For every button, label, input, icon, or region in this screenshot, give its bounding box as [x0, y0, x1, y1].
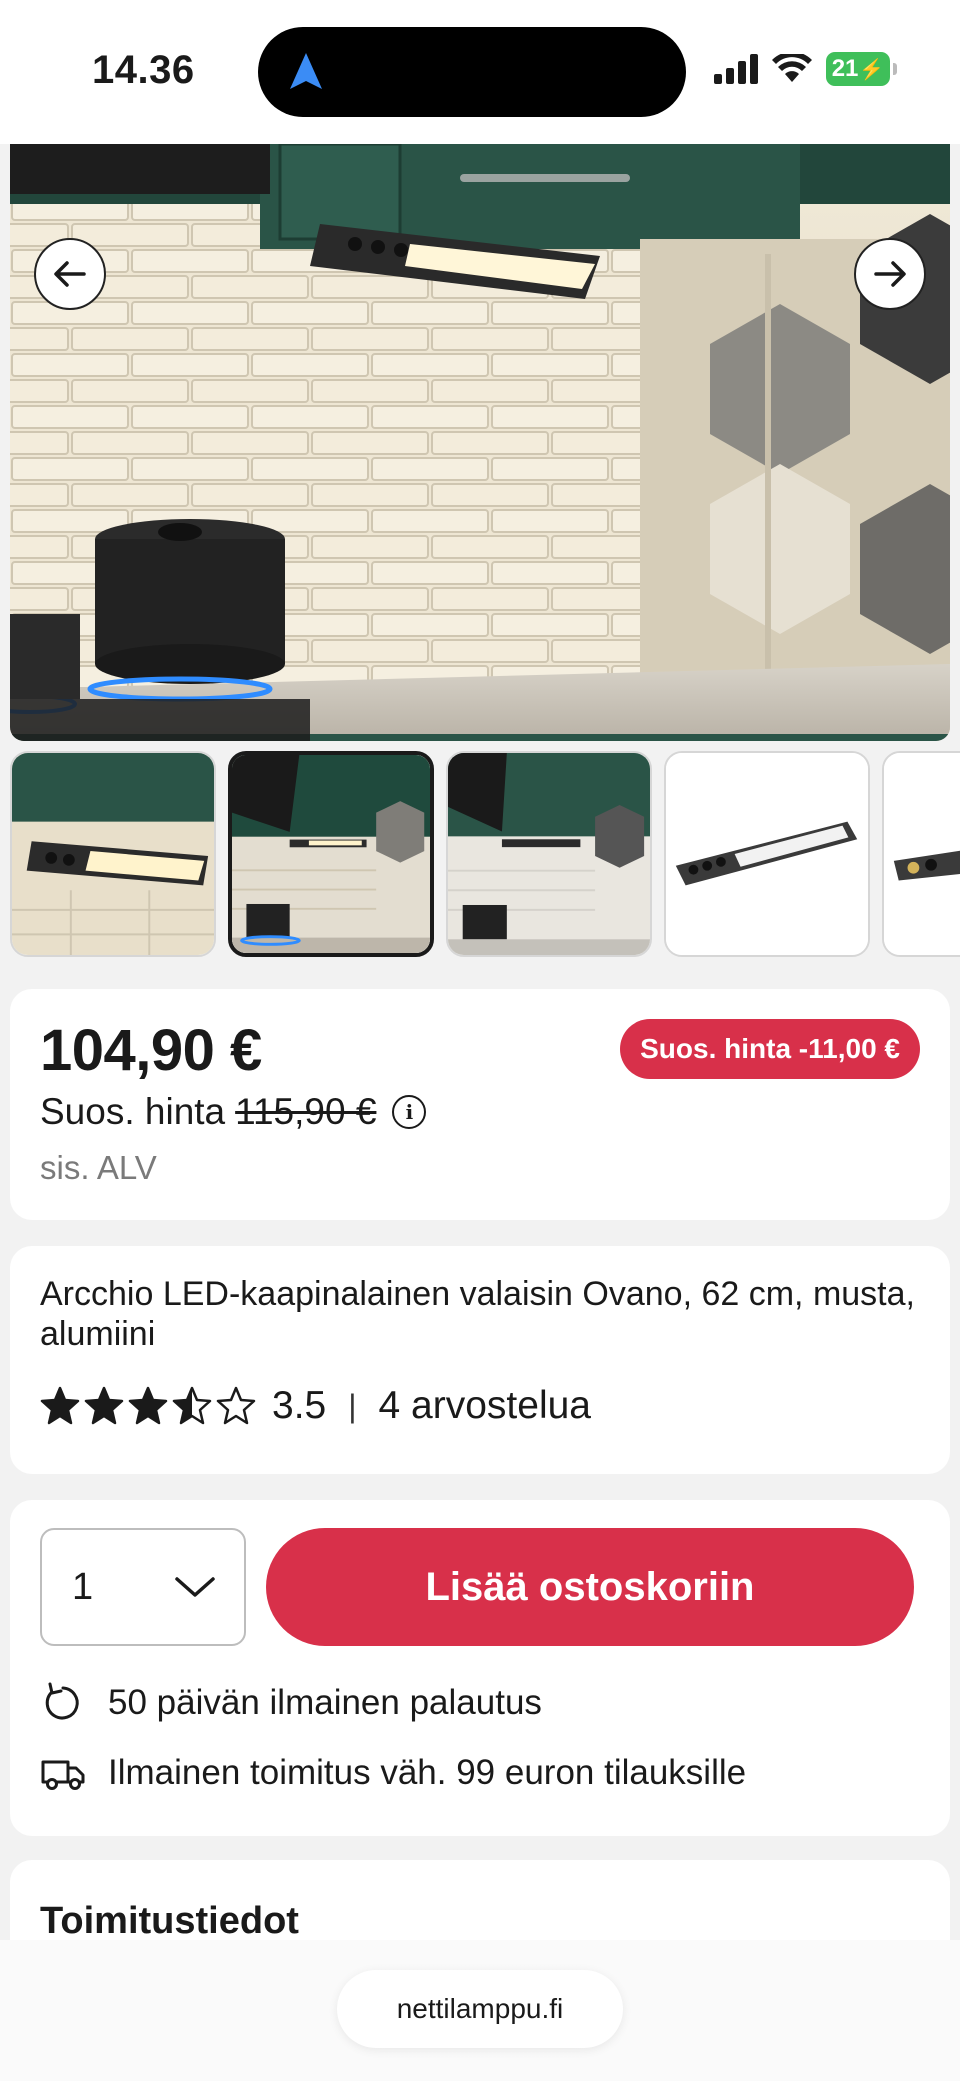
- browser-bottom-bar: nettilamppu.fi: [0, 1940, 960, 2081]
- thumbnail-product-photo-image: [666, 753, 868, 955]
- dynamic-island: [258, 27, 686, 117]
- thumbnail-5[interactable]: [882, 751, 960, 957]
- rating-row[interactable]: 3.5 | 4 arvostelua: [40, 1384, 591, 1428]
- cellular-signal-icon: [714, 54, 758, 84]
- current-price: 104,90 €: [40, 1018, 262, 1083]
- thumbnail-2[interactable]: [228, 751, 434, 957]
- thumbnail-kitchen-off-image: [448, 753, 650, 955]
- star-icon: [128, 1386, 168, 1425]
- wifi-icon: [772, 54, 812, 82]
- recommended-price-old: 115,90 €: [235, 1091, 377, 1132]
- chevron-down-icon: [175, 1577, 215, 1597]
- previous-image-button[interactable]: [34, 238, 106, 310]
- free-shipping-text: Ilmainen toimitus väh. 99 euron tilauksi…: [108, 1753, 747, 1792]
- product-hero-image[interactable]: [10, 144, 950, 741]
- rating-value: 3.5: [272, 1384, 327, 1427]
- return-policy-text: 50 päivän ilmainen palautus: [108, 1683, 542, 1722]
- vat-note: sis. ALV: [40, 1149, 157, 1186]
- price-card: 104,90 € Suos. hinta -11,00 € Suos. hint…: [10, 989, 950, 1220]
- discount-badge: Suos. hinta -11,00 €: [620, 1019, 920, 1079]
- thumbnail-3[interactable]: [446, 751, 652, 957]
- star-icon: [84, 1386, 124, 1425]
- info-icon[interactable]: i: [392, 1095, 427, 1129]
- thumbnail-kitchen-wide-image: [232, 755, 430, 953]
- product-title: Arcchio LED-kaapinalainen valaisin Ovano…: [40, 1275, 915, 1354]
- quantity-value: 1: [72, 1565, 94, 1608]
- star-icon: [40, 1386, 80, 1425]
- thumbnail-1[interactable]: [10, 751, 216, 957]
- add-to-cart-button[interactable]: Lisää ostoskoriin: [266, 1528, 914, 1646]
- battery-level: 21: [831, 55, 859, 82]
- status-icons: 21 ⚡: [714, 52, 897, 86]
- thumbnail-fixture-closeup-image: [12, 753, 214, 955]
- kitchen-scene-image: [10, 144, 950, 741]
- recommended-price-label: Suos. hinta: [40, 1091, 226, 1132]
- free-shipping-row: Ilmainen toimitus väh. 99 euron tilauksi…: [40, 1750, 746, 1796]
- battery-indicator: 21 ⚡: [826, 52, 897, 86]
- rating-stars: [40, 1386, 256, 1426]
- add-to-cart-card: 1 Lisää ostoskoriin 50 päivän ilmainen p…: [10, 1500, 950, 1836]
- navigation-arrow-icon: [290, 53, 322, 89]
- star-icon: [172, 1386, 212, 1425]
- product-title-card: Arcchio LED-kaapinalainen valaisin Ovano…: [10, 1246, 950, 1474]
- review-count-link[interactable]: 4 arvostelua: [379, 1384, 591, 1428]
- status-time: 14.36: [92, 48, 195, 92]
- star-icon: [216, 1386, 256, 1425]
- arrow-right-icon: [874, 261, 906, 287]
- thumbnail-strip[interactable]: [10, 751, 960, 959]
- status-bar: 14.36 21 ⚡: [0, 0, 960, 144]
- thumbnail-product-detail-image: [884, 753, 960, 955]
- return-policy-row: 50 päivän ilmainen palautus: [40, 1680, 542, 1726]
- url-bar[interactable]: nettilamppu.fi: [337, 1970, 623, 2048]
- next-image-button[interactable]: [854, 238, 926, 310]
- recommended-price-line: Suos. hinta 115,90 € i: [40, 1091, 427, 1133]
- return-arrow-icon: [45, 1682, 79, 1720]
- charging-bolt-icon: ⚡: [859, 58, 885, 81]
- arrow-left-icon: [54, 261, 86, 287]
- delivery-truck-icon: [41, 1760, 85, 1790]
- quantity-select[interactable]: 1: [40, 1528, 246, 1646]
- thumbnail-4[interactable]: [664, 751, 870, 957]
- rating-separator: |: [348, 1387, 357, 1424]
- delivery-heading: Toimitustiedot: [40, 1900, 299, 1942]
